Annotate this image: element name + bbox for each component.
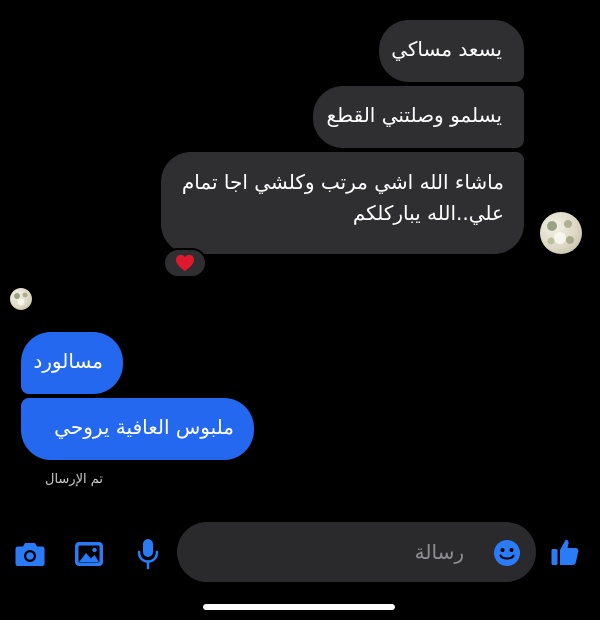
message-text: يسلمو وصلتني القطع [326,103,502,127]
message-composer[interactable] [177,522,536,582]
message-input[interactable] [244,522,464,582]
thumbs-up-icon [551,539,579,565]
message-text: ملبوس العافية يروحي [54,415,234,439]
camera-button[interactable] [12,538,48,570]
image-icon [75,542,103,566]
message-text: مسالورد [33,349,103,373]
heart-icon [176,254,194,272]
message-text: يسعد مساكي [391,37,502,61]
gallery-button[interactable] [72,538,106,570]
message-outgoing-2[interactable]: ملبوس العافية يروحي [21,398,254,460]
reaction-badge[interactable] [163,248,207,278]
message-incoming-1[interactable]: يسعد مساكي [379,20,524,82]
voice-button[interactable] [133,536,163,572]
message-outgoing-1[interactable]: مسالورد [21,332,123,394]
own-avatar [10,288,32,310]
contact-avatar[interactable] [540,212,582,254]
message-text-line-2: علي..الله يباركلكم [352,201,504,225]
message-text-line-1: ماشاء الله اشي مرتب وكلشي اجا تمام [181,170,504,194]
emoji-button[interactable] [492,538,522,568]
message-incoming-2[interactable]: يسلمو وصلتني القطع [313,86,524,148]
message-incoming-3[interactable]: ماشاء الله اشي مرتب وكلشي اجا تمام علي..… [161,152,524,254]
microphone-icon [137,539,159,570]
camera-icon [15,543,45,566]
sent-status: تم الإرسال [45,472,104,487]
emoji-icon [494,540,520,566]
like-button[interactable] [548,534,582,570]
home-indicator [203,604,395,610]
